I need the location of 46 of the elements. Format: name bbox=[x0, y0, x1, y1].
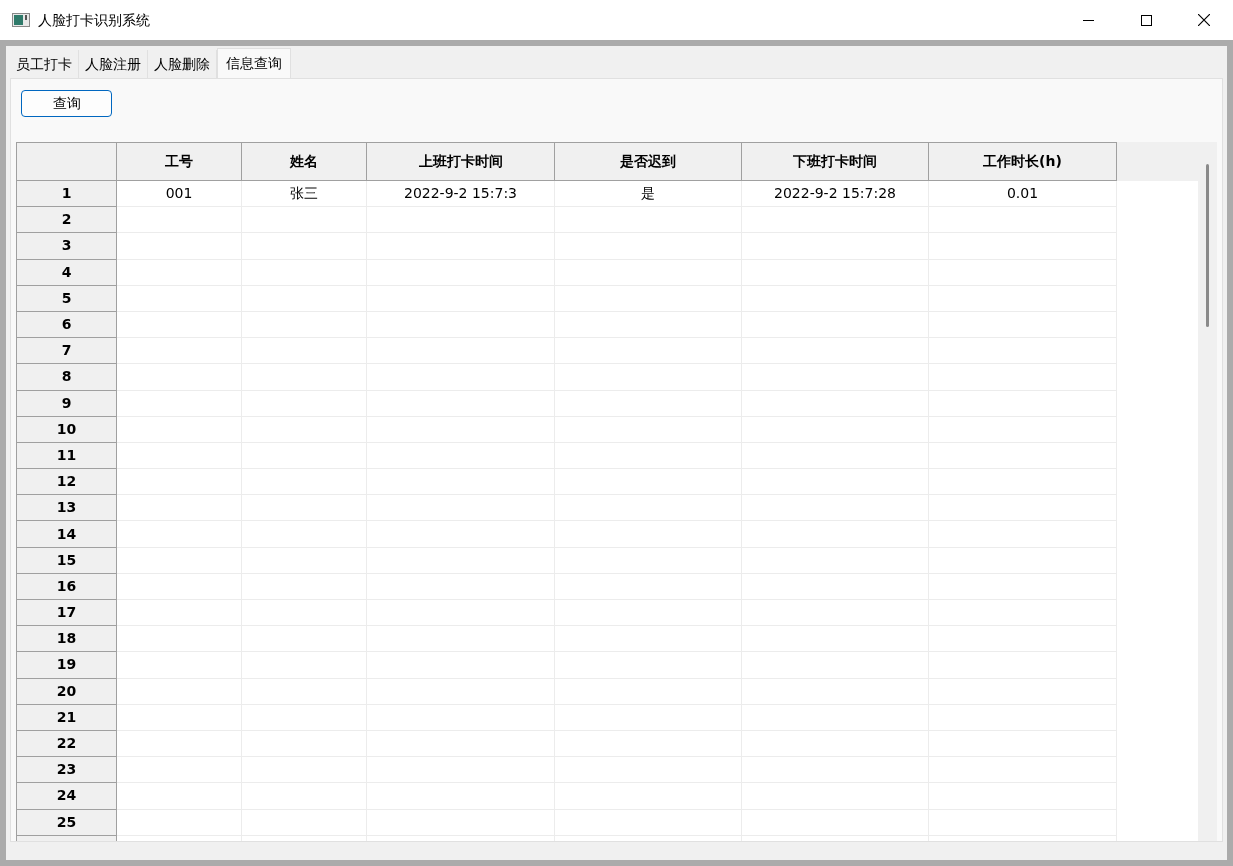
row-header[interactable]: 12 bbox=[16, 469, 117, 496]
row-header[interactable]: 19 bbox=[16, 652, 117, 679]
row-header[interactable]: 15 bbox=[16, 547, 117, 574]
row-header[interactable]: 22 bbox=[16, 730, 117, 758]
row-header[interactable]: 16 bbox=[16, 573, 117, 600]
query-button[interactable]: 查询 bbox=[21, 90, 112, 117]
row-header[interactable]: 14 bbox=[16, 521, 117, 548]
close-icon bbox=[1198, 14, 1210, 26]
table-cell: 001 bbox=[117, 181, 242, 208]
maximize-icon bbox=[1140, 14, 1152, 26]
window-title: 人脸打卡识别系统 bbox=[38, 10, 150, 30]
row-header[interactable]: 1 bbox=[16, 181, 117, 208]
row-header[interactable]: 23 bbox=[16, 757, 117, 784]
row-header[interactable]: 13 bbox=[16, 495, 117, 522]
scrollbar-thumb[interactable] bbox=[1206, 164, 1209, 327]
table-cell: 是 bbox=[555, 181, 742, 208]
scrollbar[interactable] bbox=[1198, 142, 1217, 841]
table-cell: 0.01 bbox=[929, 181, 1117, 208]
row-header[interactable]: 3 bbox=[16, 233, 117, 260]
row-header[interactable]: 7 bbox=[16, 338, 117, 365]
row-header[interactable]: 11 bbox=[16, 442, 117, 470]
column-header[interactable]: 工作时长(h) bbox=[929, 142, 1117, 181]
table-cell: 2022-9-2 15:7:28 bbox=[742, 181, 929, 208]
column-header[interactable]: 上班打卡时间 bbox=[367, 142, 555, 181]
table-cell: 张三 bbox=[242, 181, 367, 208]
row-header[interactable]: 21 bbox=[16, 704, 117, 731]
row-header[interactable]: 6 bbox=[16, 311, 117, 339]
table-cell: 2022-9-2 15:7:3 bbox=[367, 181, 555, 208]
row-header[interactable]: 18 bbox=[16, 626, 117, 653]
column-header[interactable]: 下班打卡时间 bbox=[742, 142, 929, 181]
row-header[interactable]: 2 bbox=[16, 207, 117, 234]
column-header[interactable]: 是否迟到 bbox=[555, 142, 742, 181]
row-header[interactable]: 4 bbox=[16, 259, 117, 286]
row-header[interactable]: 20 bbox=[16, 678, 117, 705]
minimize-icon bbox=[1082, 19, 1094, 21]
column-header[interactable]: 姓名 bbox=[242, 142, 367, 181]
row-header[interactable]: 10 bbox=[16, 416, 117, 443]
row-header[interactable]: 8 bbox=[16, 364, 117, 391]
app-icon bbox=[12, 13, 30, 27]
row-header[interactable]: 25 bbox=[16, 809, 117, 836]
tab[interactable]: 信息查询 bbox=[217, 48, 291, 78]
row-header[interactable]: 5 bbox=[16, 285, 117, 312]
row-header[interactable]: 9 bbox=[16, 390, 117, 417]
row-header[interactable]: 17 bbox=[16, 600, 117, 627]
row-header[interactable]: 24 bbox=[16, 783, 117, 810]
column-header[interactable]: 工号 bbox=[117, 142, 242, 181]
